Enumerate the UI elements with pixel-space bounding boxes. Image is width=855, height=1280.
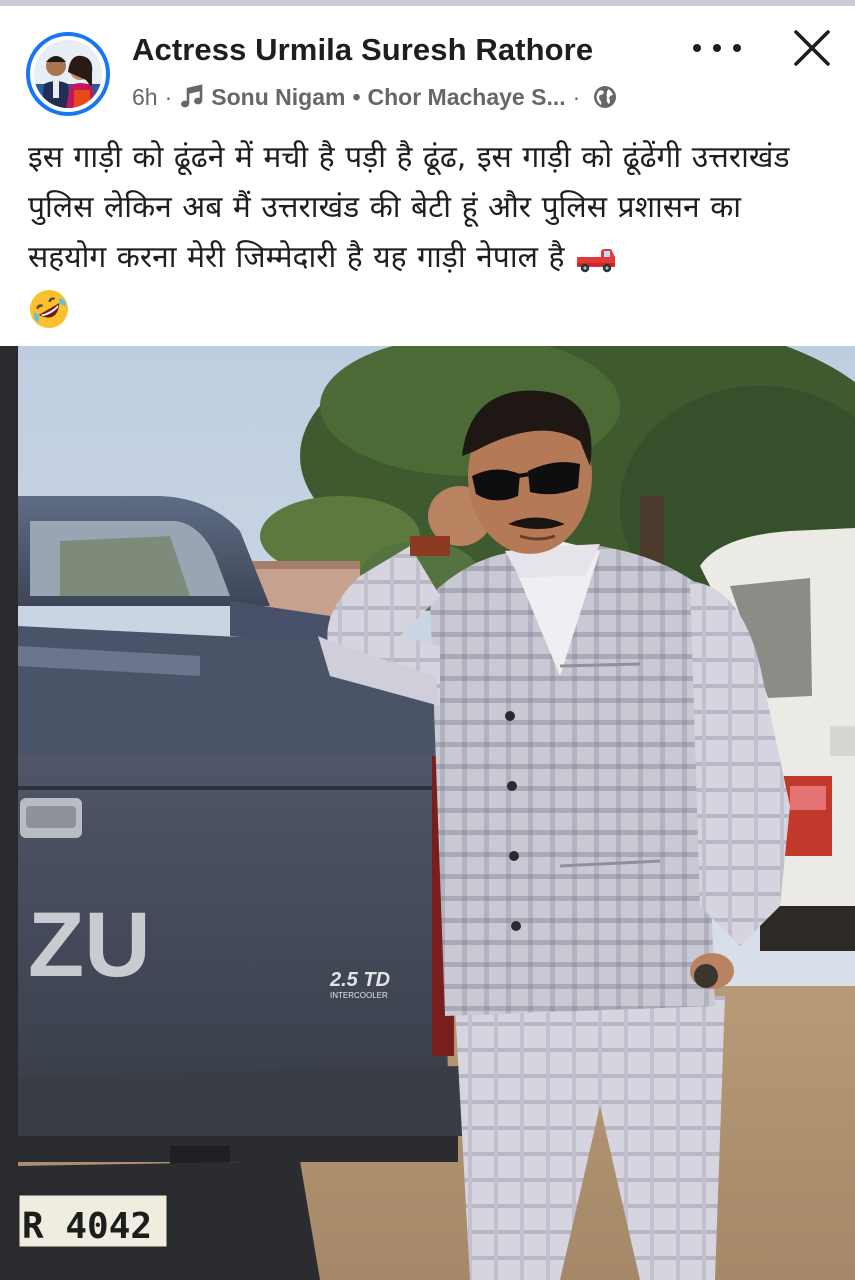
top-divider [0, 0, 855, 6]
meta-separator: · [164, 83, 173, 110]
author-avatar[interactable] [26, 32, 110, 116]
music-note-icon [181, 84, 203, 108]
caption-text: इस गाड़ी को ढूंढने में मची है पड़ी है ढू… [28, 140, 790, 275]
post-time[interactable]: 6h [132, 84, 158, 111]
engine-badge: 2.5 TD [329, 969, 390, 991]
license-plate-text: R 4042 [22, 1206, 152, 1247]
meta-separator-2: · [572, 83, 581, 110]
song-title[interactable]: Chor Machaye S... [368, 84, 566, 111]
pickup-truck-icon [576, 248, 615, 272]
post-photo[interactable]: ZU 2.5 TD INTERCOOLER R 4042 [0, 346, 855, 1280]
post-meta: 6h · Sonu Nigam • Chor Machaye S... · [132, 82, 617, 112]
avatar-photo [34, 40, 102, 108]
globe-icon [594, 86, 617, 108]
tailgate-lettering: ZU [28, 894, 151, 996]
song-artist[interactable]: Sonu Nigam [211, 84, 345, 111]
more-options-button[interactable] [693, 32, 741, 64]
engine-badge-sub: INTERCOOLER [330, 991, 388, 1000]
more-dot [693, 44, 701, 52]
post-caption: इस गाड़ी को ढूंढने में मची है पड़ी है ढू… [28, 133, 828, 333]
more-dot [713, 44, 721, 52]
close-icon[interactable] [792, 28, 832, 68]
rolling-laughing-face-icon [29, 289, 68, 328]
song-dot: • [352, 83, 361, 110]
author-name[interactable]: Actress Urmila Suresh Rathore [132, 32, 593, 68]
more-dot [733, 44, 741, 52]
